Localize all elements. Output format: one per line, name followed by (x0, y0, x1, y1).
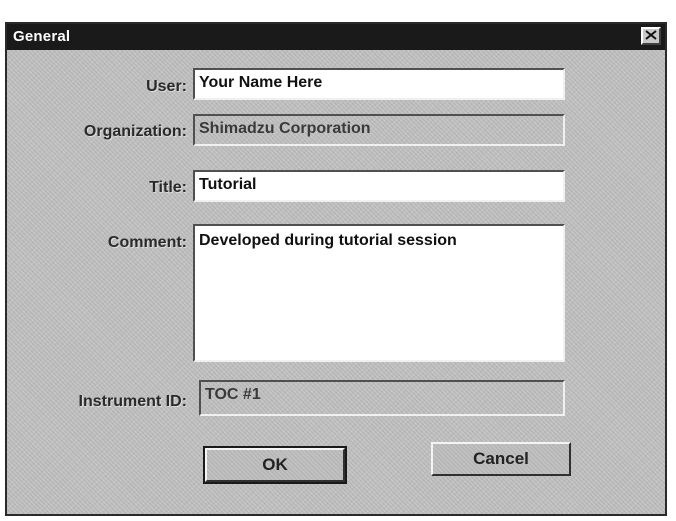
instrument-id-label: Instrument ID: (78, 393, 187, 410)
title-bar[interactable]: General (7, 24, 665, 50)
organization-field: Shimadzu Corporation (193, 114, 565, 146)
instrument-id-field: TOC #1 (199, 380, 565, 416)
close-button[interactable] (641, 27, 661, 45)
organization-label: Organization: (83, 123, 187, 140)
user-input[interactable]: Your Name Here (193, 68, 565, 100)
title-input[interactable]: Tutorial (193, 170, 565, 202)
general-dialog: General User: Your Name Here Organizatio… (5, 22, 667, 516)
user-label: User: (146, 78, 187, 95)
title-label: Title: (149, 179, 187, 196)
cancel-button-label: Cancel (473, 449, 529, 468)
ok-button[interactable]: OK (203, 446, 347, 484)
ok-button-label: OK (262, 455, 288, 474)
close-x-icon (645, 27, 657, 45)
comment-label: Comment: (107, 234, 187, 251)
cancel-button[interactable]: Cancel (431, 442, 571, 476)
comment-textarea[interactable]: Developed during tutorial session (193, 224, 565, 362)
dialog-title: General (13, 28, 71, 45)
